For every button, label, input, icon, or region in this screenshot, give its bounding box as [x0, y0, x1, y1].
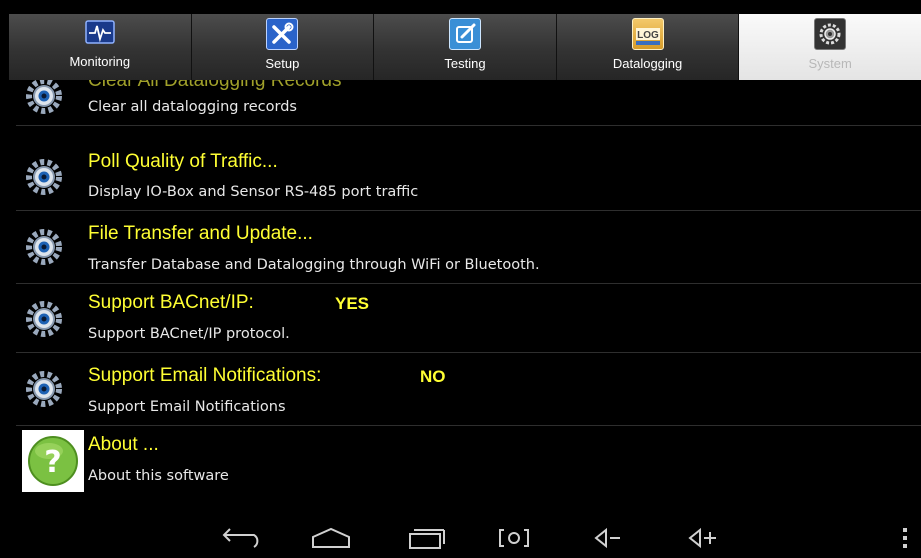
- list-item-poll-quality[interactable]: Poll Quality of Traffic... Display IO-Bo…: [0, 145, 921, 211]
- list-item-bacnet[interactable]: Support BACnet/IP: YES Support BACnet/IP…: [0, 284, 921, 353]
- tab-testing[interactable]: Testing: [374, 14, 557, 80]
- list-item-about[interactable]: ? About ... About this software: [0, 426, 921, 497]
- item-description: Clear all datalogging records: [88, 99, 297, 115]
- gear-icon: [24, 299, 64, 343]
- bacnet-value: YES: [335, 294, 370, 313]
- tab-system[interactable]: System: [739, 14, 921, 80]
- tab-bar: Monitoring Setup Testing LOG Datalogging…: [9, 14, 921, 80]
- screenshot-icon[interactable]: [496, 526, 532, 554]
- item-title: Poll Quality of Traffic...: [88, 151, 278, 172]
- gear-icon: [24, 369, 64, 413]
- list-item-clear-records[interactable]: Clear All Datalogging Records Clear all …: [0, 80, 921, 126]
- gear-icon: [24, 80, 64, 120]
- item-title: File Transfer and Update...: [88, 223, 313, 244]
- datalogging-log-icon: LOG: [631, 18, 664, 50]
- item-description: Support Email Notifications: [88, 399, 286, 415]
- system-gears-icon: [814, 18, 847, 50]
- list-item-file-transfer[interactable]: File Transfer and Update... Transfer Dat…: [0, 211, 921, 284]
- item-description: Display IO-Box and Sensor RS-485 port tr…: [88, 184, 419, 200]
- testing-edit-icon: [448, 18, 481, 50]
- item-title: About ...: [88, 434, 159, 455]
- tab-monitoring[interactable]: Monitoring: [9, 14, 192, 80]
- system-navigation-bar: [0, 497, 921, 558]
- tab-label: Setup: [265, 56, 300, 71]
- help-question-icon: ?: [22, 430, 84, 496]
- volume-down-icon[interactable]: [592, 526, 626, 554]
- item-title: Clear All Datalogging Records: [88, 80, 342, 91]
- svg-text:LOG: LOG: [637, 30, 659, 41]
- item-description: Transfer Database and Datalogging throug…: [88, 257, 540, 273]
- tab-label: Monitoring: [69, 54, 131, 69]
- setup-tools-icon: [266, 18, 299, 50]
- settings-list: Clear All Datalogging Records Clear all …: [0, 80, 921, 497]
- recent-apps-icon[interactable]: [404, 526, 446, 554]
- svg-text:?: ?: [44, 445, 61, 480]
- gear-icon: [24, 227, 64, 271]
- tab-label: Testing: [444, 56, 486, 71]
- tab-datalogging[interactable]: LOG Datalogging: [556, 14, 740, 80]
- tab-label: System: [808, 56, 852, 71]
- item-description: About this software: [88, 468, 229, 484]
- tab-setup[interactable]: Setup: [191, 14, 375, 80]
- item-title: Support Email Notifications:: [88, 365, 322, 386]
- divider: [16, 125, 921, 126]
- monitoring-icon: [85, 18, 115, 48]
- volume-up-icon[interactable]: [686, 526, 720, 554]
- list-item-email-notifications[interactable]: Support Email Notifications: NO Support …: [0, 353, 921, 426]
- home-icon[interactable]: [310, 526, 352, 554]
- back-icon[interactable]: [216, 526, 262, 554]
- tab-label: Datalogging: [612, 56, 683, 71]
- email-notifications-value: NO: [420, 367, 446, 386]
- item-title: Support BACnet/IP:: [88, 292, 254, 313]
- gear-icon: [24, 157, 64, 201]
- item-description: Support BACnet/IP protocol.: [88, 326, 290, 342]
- overflow-menu-icon[interactable]: [900, 526, 910, 554]
